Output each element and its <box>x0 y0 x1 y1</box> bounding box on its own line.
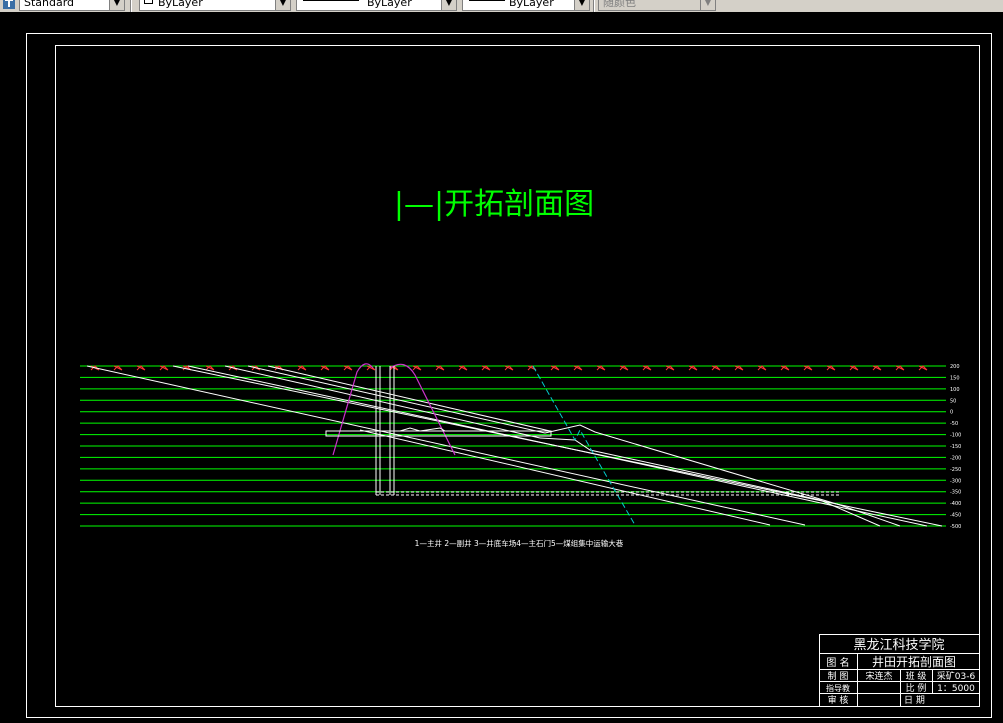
scale-value: 1：5000 <box>937 684 975 694</box>
drawn-by: 宋连杰 <box>865 670 892 682</box>
institution-name: 黑龙江科技学院 <box>853 637 944 653</box>
text-style-icon[interactable] <box>2 0 16 10</box>
depth-label: -150 <box>950 444 961 450</box>
plot-style-dropdown[interactable]: 随颜色 ▼ <box>598 0 716 11</box>
chevron-down-icon[interactable]: ▼ <box>700 0 715 10</box>
depth-label: -100 <box>950 433 961 439</box>
reviewer-label: 审 核 <box>828 694 849 706</box>
properties-toolbar: Standard ▼ ByLayer ▼ ByLayer ▼ ByLayer ▼… <box>0 0 1003 12</box>
depth-label: -500 <box>950 524 961 530</box>
linetype-swatch-icon <box>303 0 359 1</box>
drawing-name: 井田开拓剖面图 <box>872 655 956 669</box>
chevron-down-icon[interactable]: ▼ <box>441 0 456 10</box>
scale-label: 比 例 <box>906 682 927 694</box>
class-label: 班 级 <box>906 670 927 682</box>
depth-label: -300 <box>950 478 961 484</box>
layer-color-dropdown[interactable]: ByLayer ▼ <box>139 0 291 11</box>
drawing-title: |—|开拓剖面图 <box>394 187 594 222</box>
chevron-down-icon[interactable]: ▼ <box>574 0 589 10</box>
text-style-dropdown[interactable]: Standard ▼ <box>19 0 125 11</box>
chevron-down-icon[interactable]: ▼ <box>109 0 124 10</box>
lineweight-value: ByLayer <box>509 0 554 9</box>
layer-color-value: ByLayer <box>158 0 203 9</box>
lineweight-swatch-icon <box>469 0 505 1</box>
drawn-by-label: 制 图 <box>828 670 849 682</box>
drawing-name-label: 图 名 <box>826 656 849 669</box>
plot-style-value: 随颜色 <box>603 0 636 9</box>
instructor-label: 指导教 <box>826 683 850 693</box>
legend-caption: 1—主井 2—副井 3—井底车场4—主石门5—煤组集中运输大巷 <box>415 538 624 548</box>
depth-label: -350 <box>950 490 961 496</box>
drawing-canvas[interactable]: |—|开拓剖面图 200 150 100 50 0 -50 -100 -150 -200 -250… <box>0 12 1003 723</box>
depth-label: -250 <box>950 467 961 473</box>
lineweight-dropdown[interactable]: ByLayer ▼ <box>462 0 590 11</box>
depth-label: -400 <box>950 501 961 507</box>
chevron-down-icon[interactable]: ▼ <box>275 0 290 10</box>
linetype-dropdown[interactable]: ByLayer ▼ <box>296 0 457 11</box>
depth-label: 150 <box>950 375 960 381</box>
text-style-value: Standard <box>24 0 75 9</box>
depth-label: 100 <box>950 387 960 393</box>
depth-label: 200 <box>950 364 960 370</box>
toolbar-separator <box>130 0 132 12</box>
linetype-value: ByLayer <box>367 0 412 9</box>
color-swatch-icon <box>144 0 153 4</box>
depth-label: -450 <box>950 513 961 519</box>
toolbar-separator <box>593 0 595 12</box>
depth-label: 50 <box>950 398 956 404</box>
depth-label: -50 <box>950 421 958 427</box>
depth-label: 0 <box>950 410 953 416</box>
class-value: 采矿03-6 <box>937 670 976 682</box>
date-label: 日 期 <box>904 695 925 706</box>
depth-label: -200 <box>950 455 961 461</box>
